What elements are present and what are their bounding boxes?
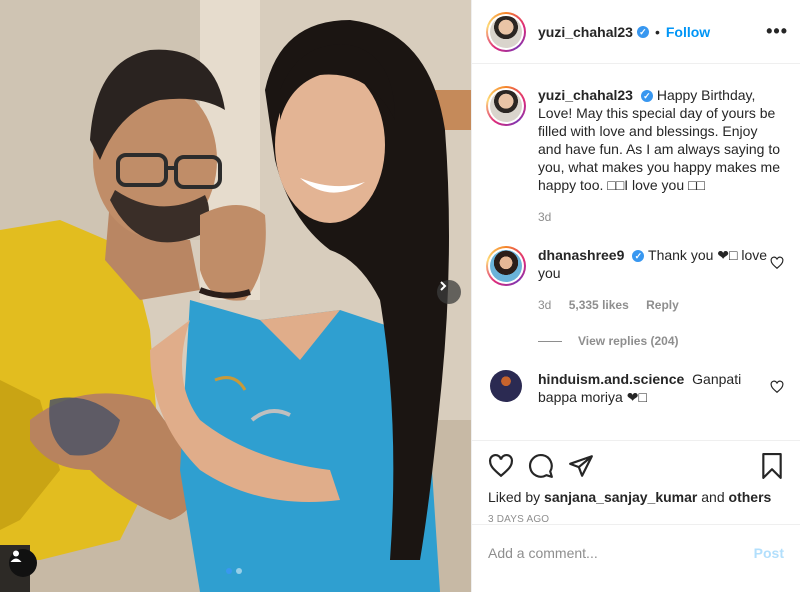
verified-badge-icon: ✓ xyxy=(632,250,645,263)
caption: yuzi_chahal23 ✓ Happy Birthday, Love! May… xyxy=(486,86,784,226)
carousel-dot-active xyxy=(226,568,232,574)
view-replies-button[interactable]: View replies (204) xyxy=(538,334,784,348)
heart-icon[interactable] xyxy=(770,380,784,394)
action-icons xyxy=(488,453,784,479)
caption-username[interactable]: yuzi_chahal23 xyxy=(538,87,633,103)
comment-username[interactable]: dhanashree9 xyxy=(538,247,624,263)
author-username[interactable]: yuzi_chahal23 xyxy=(538,24,633,40)
comment-time[interactable]: 3d xyxy=(538,298,551,312)
verified-badge-icon: ✓ xyxy=(636,25,649,38)
save-button[interactable] xyxy=(760,453,784,479)
user-tag-icon xyxy=(10,550,22,562)
comment-input[interactable] xyxy=(488,544,754,561)
share-icon xyxy=(569,455,593,477)
couple-photo-image xyxy=(0,0,471,592)
comment-avatar[interactable] xyxy=(490,370,522,402)
comment-item: hinduism.and.science Ganpati bappa moriy… xyxy=(486,370,784,406)
caption-meta: 3d xyxy=(538,208,784,226)
next-arrow-icon xyxy=(440,281,447,291)
post-header: yuzi_chahal23 ✓ • Follow ••• xyxy=(472,0,800,64)
post-comment-button[interactable]: Post xyxy=(754,545,784,561)
heart-icon xyxy=(489,453,513,478)
comment-username[interactable]: hinduism.and.science xyxy=(538,371,684,387)
header-separator: • xyxy=(654,23,660,40)
view-replies-line xyxy=(538,340,562,342)
reply-button[interactable]: Reply xyxy=(646,298,679,312)
follow-button[interactable]: Follow xyxy=(666,24,710,40)
likes-others[interactable]: others xyxy=(729,489,772,505)
comments-section: yuzi_chahal23 ✓ Happy Birthday, Love! May… xyxy=(472,64,800,440)
view-replies-label: View replies (204) xyxy=(578,334,679,348)
comment-item: dhanashree9 ✓ Thank you ❤□ love you 3d 5,… xyxy=(486,246,784,314)
share-button[interactable] xyxy=(568,453,594,479)
caption-avatar[interactable] xyxy=(486,86,526,126)
add-comment-bar: Post xyxy=(472,524,800,580)
next-photo-button[interactable] xyxy=(437,280,461,304)
post-photo xyxy=(0,0,471,592)
bookmark-icon xyxy=(762,453,782,479)
verified-badge-icon: ✓ xyxy=(640,90,653,103)
comment-likes[interactable]: 5,335 likes xyxy=(569,298,629,312)
more-options-icon[interactable]: ••• xyxy=(766,21,788,42)
heart-icon[interactable] xyxy=(770,256,784,270)
comment-avatar[interactable] xyxy=(486,246,526,286)
tagged-users-button[interactable] xyxy=(9,549,37,577)
carousel-dot xyxy=(236,568,242,574)
likes-summary: Liked by sanjana_sanjay_kumar and others xyxy=(488,489,784,505)
post-actions: Liked by sanjana_sanjay_kumar and others… xyxy=(472,440,800,580)
liked-by-user[interactable]: sanjana_sanjay_kumar xyxy=(544,489,697,505)
carousel-indicator xyxy=(226,568,242,574)
comment-icon xyxy=(529,454,553,478)
comment-meta: 3d 5,335 likes Reply xyxy=(538,296,770,314)
likes-connector: and xyxy=(701,489,725,505)
caption-time[interactable]: 3d xyxy=(538,210,551,224)
like-button[interactable] xyxy=(488,453,514,479)
comment-button[interactable] xyxy=(528,453,554,479)
post-side-panel: yuzi_chahal23 ✓ • Follow ••• yuzi_chahal… xyxy=(471,0,800,592)
likes-prefix: Liked by xyxy=(488,489,541,505)
author-avatar[interactable] xyxy=(486,11,526,52)
